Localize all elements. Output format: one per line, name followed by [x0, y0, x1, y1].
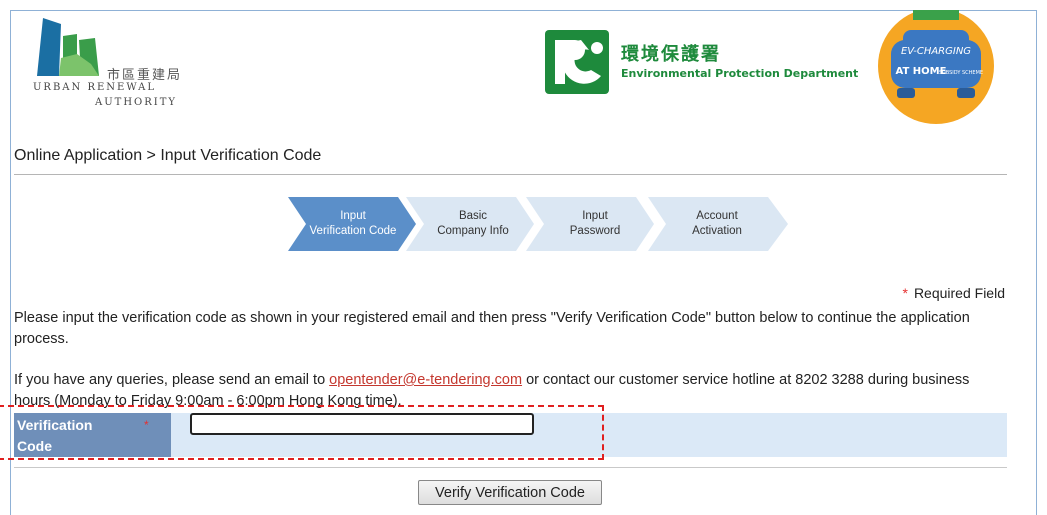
step-1-line2: Verification Code — [309, 225, 397, 237]
queries-prefix: If you have any queries, please send an … — [14, 372, 330, 388]
breadcrumb: Online Application > Input Verification … — [14, 147, 322, 164]
ura-logo-mark — [37, 18, 99, 76]
required-star: * — [902, 285, 908, 301]
step-3-line2: Password — [569, 225, 621, 237]
form-divider — [14, 467, 1007, 468]
ev-badge-line3: SUBSIDY SCHEME — [939, 70, 983, 76]
step-4-line2: Activation — [692, 225, 742, 237]
breadcrumb-divider — [14, 174, 1007, 175]
step-input-verification-code: Input Verification Code — [288, 197, 416, 251]
ura-chinese-name: 市區重建局 — [107, 68, 183, 83]
instruction-text: Please input the verification code as sh… — [14, 310, 970, 347]
epd-logo-mark — [545, 30, 609, 94]
step-basic-company-info: Basic Company Info — [406, 197, 534, 251]
ev-badge-line1: EV-CHARGING — [901, 46, 971, 57]
required-field-note: * Required Field — [902, 285, 1005, 301]
step-4-line1: Account — [696, 210, 738, 222]
step-1-line1: Input — [340, 210, 366, 222]
epd-english-name: Environmental Protection Department — [621, 67, 859, 80]
support-email-link[interactable]: opentender@e-tendering.com — [329, 372, 522, 388]
ura-english-name-line1: URBAN RENEWAL — [33, 82, 156, 93]
epd-chinese-name: 環境保護署 — [621, 44, 721, 65]
ura-logo: 市區重建局 URBAN RENEWAL AUTHORITY — [33, 16, 213, 111]
epd-logo: 環境保護署 Environmental Protection Departmen… — [545, 30, 865, 94]
verify-verification-code-button[interactable]: Verify Verification Code — [418, 480, 602, 505]
ura-english-name-line2: AUTHORITY — [95, 97, 177, 108]
required-field-label: Required Field — [913, 285, 1005, 301]
highlight-box — [0, 405, 604, 460]
step-input-password: Input Password — [526, 197, 654, 251]
step-3-line1: Input — [582, 210, 608, 222]
step-2-line2: Company Info — [437, 225, 509, 237]
step-2-line1: Basic — [458, 210, 488, 222]
step-account-activation: Account Activation — [648, 197, 788, 251]
progress-steps: Input Verification Code Basic Company Info… — [288, 197, 788, 251]
ev-charging-badge: EV-CHARGING AT HOME SUBSIDY SCHEME — [873, 8, 999, 126]
